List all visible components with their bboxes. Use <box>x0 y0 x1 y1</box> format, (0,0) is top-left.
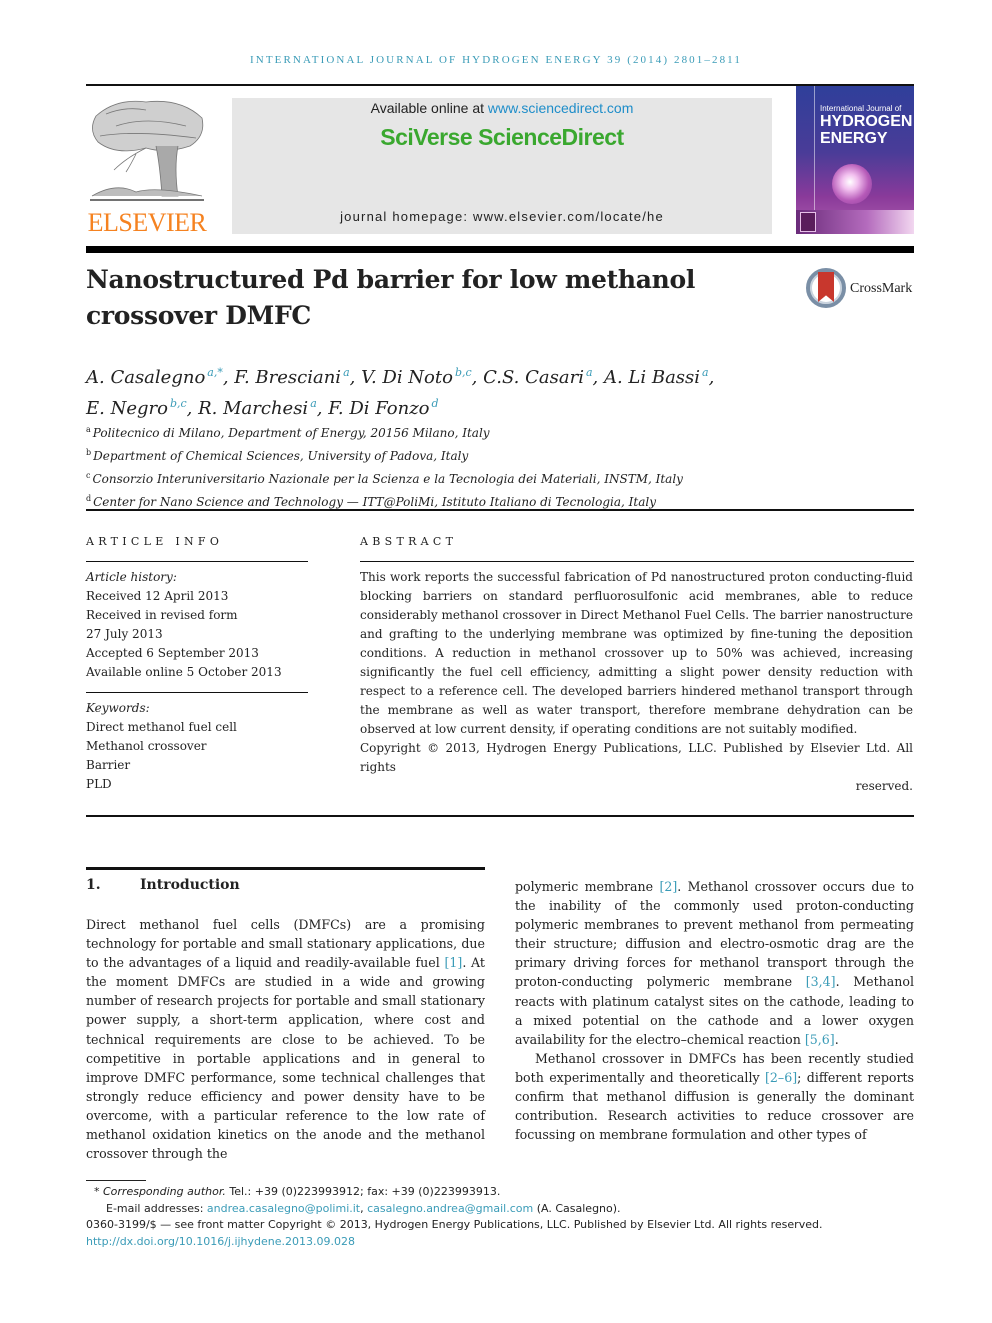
abstract-body: This work reports the successful fabrica… <box>360 568 913 796</box>
author-affiliation-mark[interactable]: b,c <box>170 397 187 410</box>
history-item: Accepted 6 September 2013 <box>86 646 259 660</box>
running-head: INTERNATIONAL JOURNAL OF HYDROGEN ENERGY… <box>250 54 742 66</box>
email-note: E-mail addresses: andrea.casalegno@polim… <box>106 1201 621 1215</box>
crossmark-badge[interactable]: CrossMark <box>806 268 918 312</box>
history-item: 27 July 2013 <box>86 627 163 641</box>
abstract-heading: ABSTRACT <box>360 535 458 548</box>
author[interactable]: V. Di Noto b,c <box>361 366 472 388</box>
cover-journal-title: HYDROGEN ENERGY <box>820 113 912 147</box>
cover-publisher-logo-icon <box>800 212 816 232</box>
homepage-label: journal homepage: <box>340 209 473 224</box>
footnote-rule <box>86 1180 146 1181</box>
affiliation-item: c Consorzio Interuniversitario Nazionale … <box>86 471 683 486</box>
sciencedirect-banner: Available online at www.sciencedirect.co… <box>232 98 772 234</box>
article-info-rule <box>86 561 308 562</box>
article-info-heading: ARTICLE INFO <box>86 535 224 548</box>
abstract-rule <box>360 561 914 562</box>
email-link[interactable]: andrea.casalegno@polimi.it <box>207 1202 360 1215</box>
author-line-1: A. Casalegno a,*, F. Bresciani a, V. Di No… <box>86 366 715 388</box>
author-affiliation-mark[interactable]: a,* <box>207 366 223 379</box>
available-online-line: Available online at www.sciencedirect.co… <box>232 100 772 116</box>
crossmark-label: CrossMark <box>850 281 913 296</box>
section-title: Introduction <box>140 877 240 893</box>
paragraph: Direct methanol fuel cells (DMFCs) are a… <box>86 917 485 1162</box>
citation-link[interactable]: [1] <box>444 955 462 970</box>
section-number: 1. <box>86 877 101 893</box>
author-affiliation-mark[interactable]: d <box>432 397 439 410</box>
paragraph: Methanol crossover in DMFCs has been rec… <box>515 1050 915 1143</box>
article-title: Nanostructured Pd barrier for low methan… <box>86 262 726 334</box>
footnotes: * Corresponding author. Tel.: +39 (0)223… <box>86 1184 916 1250</box>
author[interactable]: A. Li Bassi a <box>604 366 709 388</box>
section-divider <box>86 509 914 511</box>
author-affiliation-mark[interactable]: a <box>702 366 709 379</box>
author-affiliation-mark[interactable]: a <box>310 397 317 410</box>
journal-homepage-line: journal homepage: www.elsevier.com/locat… <box>232 209 772 224</box>
cover-title-line-2: ENERGY <box>820 130 888 147</box>
author-line-2: E. Negro b,c, R. Marchesi a, F. Di Fonzo d <box>86 397 439 419</box>
journal-cover-thumbnail[interactable]: International Journal of HYDROGEN ENERGY <box>796 86 914 234</box>
keywords-rule <box>86 682 308 693</box>
homepage-url[interactable]: www.elsevier.com/locate/he <box>473 209 664 224</box>
keyword-item: Direct methanol fuel cell <box>86 720 237 734</box>
affiliation-item: b Department of Chemical Sciences, Univer… <box>86 448 469 463</box>
title-line-1: Nanostructured Pd barrier for low methan… <box>86 265 696 294</box>
article-info: Article history: Received 12 April 2013 … <box>86 568 308 794</box>
author[interactable]: C.S. Casari a <box>483 366 593 388</box>
author-affiliation-mark[interactable]: a <box>343 366 350 379</box>
abstract-copyright-end: reserved. <box>855 779 913 793</box>
sciverse-sciencedirect-brand[interactable]: SciVerse ScienceDirect <box>232 124 772 151</box>
intro-right-column: polymeric membrane [2]. Methanol crossov… <box>515 877 914 1144</box>
citation-link[interactable]: [2–6] <box>765 1070 797 1085</box>
keywords-label: Keywords: <box>86 701 150 715</box>
history-item: Received 12 April 2013 <box>86 589 229 603</box>
cover-orb-graphic <box>832 164 872 204</box>
elsevier-logo[interactable]: ELSEVIER <box>86 96 208 238</box>
history-item: Received in revised form <box>86 608 238 622</box>
author-affiliation-mark[interactable]: a <box>586 366 593 379</box>
citation-link[interactable]: [3,4] <box>806 974 836 989</box>
corresponding-author-note: * Corresponding author. Tel.: +39 (0)223… <box>94 1185 501 1198</box>
author-list: A. Casalegno a,*, F. Bresciani a, V. Di No… <box>86 360 916 422</box>
author[interactable]: R. Marchesi a <box>198 397 317 419</box>
email-link[interactable]: casalegno.andrea@gmail.com <box>367 1202 533 1215</box>
intro-left-column: Direct methanol fuel cells (DMFCs) are a… <box>86 915 485 1163</box>
intro-heading-rule <box>86 867 485 870</box>
header-rule <box>86 246 914 253</box>
keyword-item: Barrier <box>86 758 131 772</box>
author[interactable]: F. Bresciani a <box>234 366 350 388</box>
doi-link[interactable]: http://dx.doi.org/10.1016/j.ijhydene.201… <box>86 1235 355 1248</box>
history-item: Available online 5 October 2013 <box>86 665 282 679</box>
abstract-copyright: Copyright © 2013, Hydrogen Energy Public… <box>360 741 913 774</box>
author[interactable]: E. Negro b,c <box>86 397 187 419</box>
top-rule <box>86 84 914 86</box>
issn-line: 0360-3199/$ — see front matter Copyright… <box>86 1218 823 1231</box>
sciencedirect-link[interactable]: www.sciencedirect.com <box>488 100 634 116</box>
article-history-label: Article history: <box>86 570 177 584</box>
affiliations: a Politecnico di Milano, Department of En… <box>86 420 916 512</box>
author-affiliation-mark[interactable]: b,c <box>455 366 472 379</box>
available-online-label: Available online at <box>370 100 488 116</box>
cover-journal-line: International Journal of <box>820 104 902 113</box>
elsevier-wordmark: ELSEVIER <box>87 208 207 237</box>
affiliation-item: a Politecnico di Milano, Department of En… <box>86 425 490 440</box>
citation-link[interactable]: [5,6] <box>805 1032 835 1047</box>
elsevier-tree-icon <box>90 100 204 201</box>
abstract-text: This work reports the successful fabrica… <box>360 570 913 736</box>
section-divider <box>86 815 914 817</box>
cover-title-line-1: HYDROGEN <box>820 113 913 130</box>
paragraph: polymeric membrane [2]. Methanol crossov… <box>515 879 914 1047</box>
keyword-item: Methanol crossover <box>86 739 207 753</box>
author[interactable]: F. Di Fonzo d <box>328 397 439 419</box>
title-line-2: crossover DMFC <box>86 301 311 330</box>
keyword-item: PLD <box>86 777 112 791</box>
author[interactable]: A. Casalegno a,* <box>86 366 223 388</box>
intro-heading: 1. Introduction <box>86 877 240 893</box>
citation-link[interactable]: [2] <box>659 879 677 894</box>
